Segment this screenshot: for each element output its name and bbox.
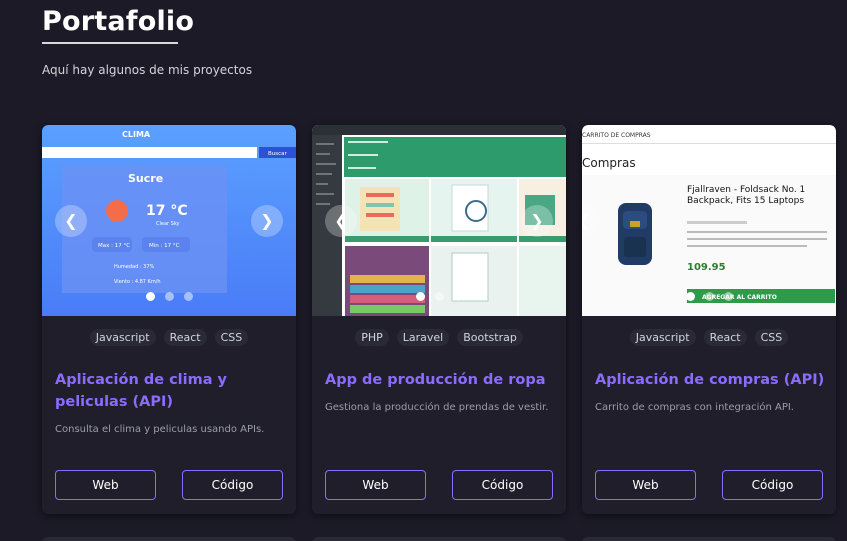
clima-wind: Viento : 4.87 Km/h bbox=[114, 279, 161, 285]
carousel-dot[interactable] bbox=[145, 292, 155, 301]
project-card-next-row bbox=[42, 537, 296, 541]
chevron-left-icon: ❮ bbox=[334, 211, 348, 230]
carousel-prev-button[interactable]: ❮ bbox=[325, 205, 357, 237]
compras-product-name: Fjallraven - Foldsack No. 1 Backpack, Fi… bbox=[687, 185, 806, 206]
carousel-indicators bbox=[42, 292, 296, 301]
tech-tags: Javascript React CSS bbox=[582, 329, 836, 346]
project-title: Aplicación de clima y peliculas (API) bbox=[55, 372, 228, 410]
chevron-right-icon: ❯ bbox=[530, 211, 544, 230]
page-title: Portafolio bbox=[42, 6, 195, 37]
code-button[interactable]: Código bbox=[722, 470, 823, 500]
clima-temperature: 17 °C bbox=[146, 203, 188, 219]
chevron-left-icon: ❮ bbox=[582, 211, 591, 230]
project-card-next-row bbox=[312, 537, 566, 541]
carousel-dot[interactable] bbox=[415, 292, 425, 301]
carousel-indicators bbox=[582, 292, 836, 301]
tech-tag: CSS bbox=[214, 329, 249, 346]
compras-page-title: Compras bbox=[582, 156, 636, 170]
carousel-dot[interactable] bbox=[434, 292, 444, 301]
web-button[interactable]: Web bbox=[325, 470, 426, 500]
carousel-dot[interactable] bbox=[704, 292, 714, 301]
tech-tag: React bbox=[703, 329, 747, 346]
tech-tags: PHP Laravel Bootstrap bbox=[312, 329, 566, 346]
chevron-right-icon: ❯ bbox=[260, 211, 274, 230]
compras-price: 109.95 bbox=[687, 262, 726, 273]
carousel-dot[interactable] bbox=[453, 292, 463, 301]
clima-min: Min : 17 °C bbox=[149, 243, 180, 249]
title-underline bbox=[42, 42, 178, 44]
carousel-dot[interactable] bbox=[183, 292, 193, 301]
project-card-compras: CARRITO DE COMPRAS Compras Fjallraven - … bbox=[582, 125, 836, 514]
carousel-dot[interactable] bbox=[685, 292, 695, 301]
project-card-clima: CLIMA Buscar Sucre 17 °C Clear Sky Max :… bbox=[42, 125, 296, 514]
tech-tag: React bbox=[163, 329, 207, 346]
carousel-dot[interactable] bbox=[723, 292, 733, 301]
carousel-next-button[interactable]: ❯ bbox=[521, 205, 553, 237]
page-subtitle: Aquí hay algunos de mis proyectos bbox=[42, 63, 253, 77]
compras-header: CARRITO DE COMPRAS bbox=[582, 132, 651, 139]
tech-tag: Javascript bbox=[89, 329, 156, 346]
project-description: Carrito de compras con integración API. bbox=[595, 402, 794, 413]
tech-tag: CSS bbox=[754, 329, 789, 346]
clima-app-title: CLIMA bbox=[122, 130, 151, 139]
project-title: App de producción de ropa bbox=[325, 372, 546, 388]
tech-tag: Laravel bbox=[396, 329, 450, 346]
project-screenshot-carousel[interactable]: ❮ ❯ bbox=[312, 125, 566, 316]
code-button[interactable]: Código bbox=[182, 470, 283, 500]
carousel-dot[interactable] bbox=[164, 292, 174, 301]
compras-screenshot: CARRITO DE COMPRAS Compras Fjallraven - … bbox=[582, 125, 836, 316]
tech-tag: Javascript bbox=[629, 329, 696, 346]
project-description: Consulta el clima y peliculas usando API… bbox=[55, 424, 265, 435]
chevron-left-icon: ❮ bbox=[64, 211, 78, 230]
carousel-next-button[interactable]: ❯ bbox=[251, 205, 283, 237]
tech-tag: PHP bbox=[355, 329, 389, 346]
project-card-next-row bbox=[582, 537, 836, 541]
project-title: Aplicación de compras (API) bbox=[595, 372, 825, 388]
project-description: Gestiona la producción de prendas de ves… bbox=[325, 402, 549, 413]
clima-humidity: Humedad : 37% bbox=[114, 264, 155, 270]
project-card-ropa: ❮ ❯ PHP Laravel Bootstrap App de producc… bbox=[312, 125, 566, 514]
code-button[interactable]: Código bbox=[452, 470, 553, 500]
project-screenshot-carousel[interactable]: CARRITO DE COMPRAS Compras Fjallraven - … bbox=[582, 125, 836, 316]
clima-search-button: Buscar bbox=[268, 151, 288, 157]
clima-max: Max : 17 °C bbox=[98, 243, 130, 249]
tech-tag: Bootstrap bbox=[457, 329, 523, 346]
carousel-indicators bbox=[312, 292, 566, 301]
project-screenshot-carousel[interactable]: CLIMA Buscar Sucre 17 °C Clear Sky Max :… bbox=[42, 125, 296, 316]
tech-tags: Javascript React CSS bbox=[42, 329, 296, 346]
clima-city: Sucre bbox=[128, 172, 163, 185]
web-button[interactable]: Web bbox=[595, 470, 696, 500]
web-button[interactable]: Web bbox=[55, 470, 156, 500]
carousel-prev-button[interactable]: ❮ bbox=[55, 205, 87, 237]
clima-condition: Clear Sky bbox=[156, 221, 180, 227]
